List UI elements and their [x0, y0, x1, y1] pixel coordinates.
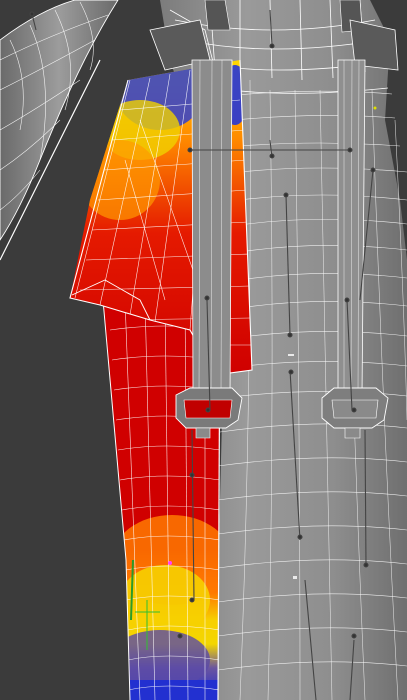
- selected-vertex-marker[interactable]: [168, 561, 172, 565]
- wire-highlight: [288, 354, 294, 356]
- wire-highlight: [293, 576, 297, 579]
- vertex-marker[interactable]: [373, 106, 377, 110]
- 3d-viewport[interactable]: [0, 0, 407, 700]
- viewport-scene[interactable]: [0, 0, 407, 700]
